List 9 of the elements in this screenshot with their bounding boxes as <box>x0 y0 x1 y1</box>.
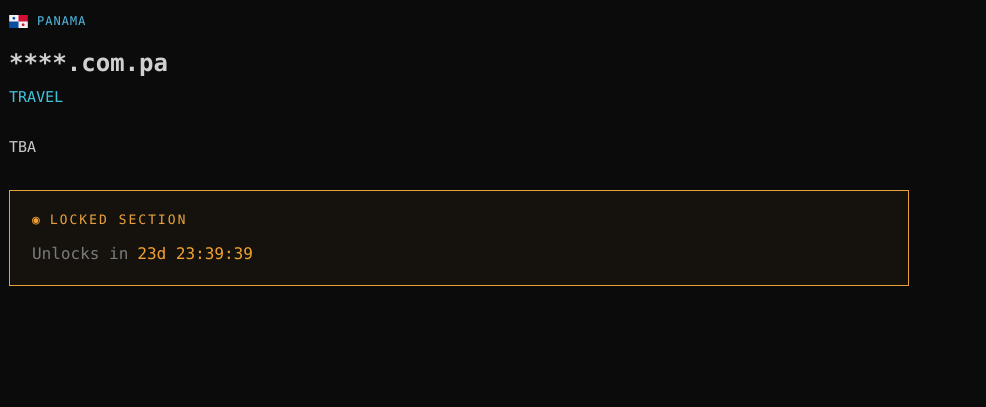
locked-section-title: LOCKED SECTION <box>50 213 188 228</box>
countdown-timer: 23d 23:39:39 <box>137 244 253 263</box>
unlock-label: Unlocks in <box>32 244 128 263</box>
category-label: TRAVEL <box>9 88 64 106</box>
flag-icon <box>9 14 28 28</box>
domain-name: ****.com.pa <box>9 49 169 77</box>
country-label: PANAMA <box>37 14 86 28</box>
value-text: TBA <box>9 138 38 156</box>
lock-status-icon: ◉ <box>32 213 40 228</box>
